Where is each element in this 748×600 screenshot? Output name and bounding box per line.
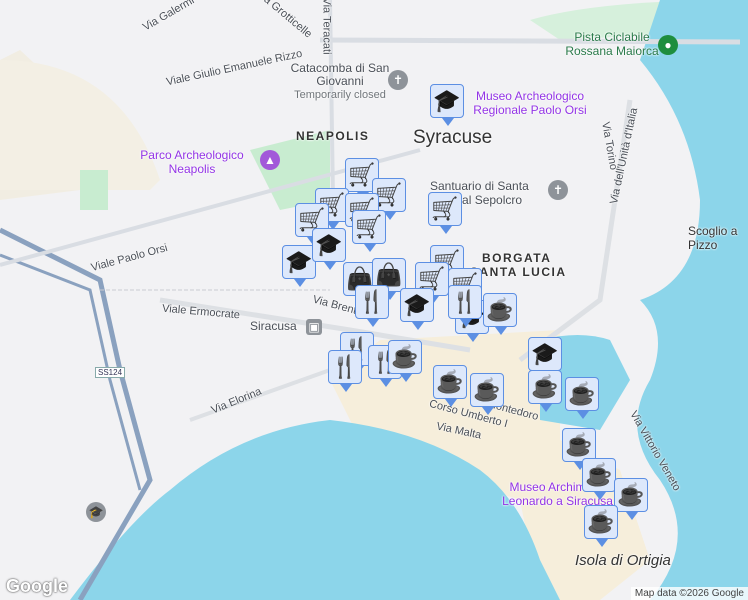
cart-icon: 🛒 [375, 182, 403, 207]
cross-icon[interactable]: ✝ [548, 180, 568, 200]
google-logo: Google [6, 576, 68, 596]
map-marker-fork-knife[interactable]: 🍴 [448, 285, 482, 327]
fork-knife-icon: 🍴 [358, 289, 386, 314]
education-icon: 🎓 [403, 292, 431, 317]
map-marker-education[interactable]: 🎓 [528, 337, 562, 379]
map-marker-coffee[interactable]: ☕ [388, 340, 422, 382]
map-marker-coffee[interactable]: ☕ [528, 370, 562, 412]
map-marker-education[interactable]: 🎓 [400, 288, 434, 330]
map-marker-education[interactable]: 🎓 [312, 228, 346, 270]
fork-knife-icon: 🍴 [451, 289, 479, 314]
map-marker-coffee[interactable]: ☕ [483, 293, 517, 335]
street-label: Via Teracati [320, 0, 333, 55]
map-marker-coffee[interactable]: ☕ [614, 478, 648, 520]
map-marker-education[interactable]: 🎓 [430, 84, 464, 126]
coffee-icon: ☕ [587, 509, 615, 534]
education-icon[interactable]: 🎓 [86, 502, 106, 522]
road-shield: SS124 [95, 367, 126, 378]
map-marker-fork-knife[interactable]: 🍴 [328, 350, 362, 392]
coffee-icon: ☕ [617, 482, 645, 507]
cart-icon: 🛒 [431, 196, 459, 221]
poi-name: Catacomba di San Giovanni [290, 61, 390, 88]
place-pin-icon[interactable]: ● [658, 35, 678, 55]
coffee-icon: ☕ [473, 377, 501, 402]
cart-icon: 🛒 [355, 214, 383, 239]
cross-icon[interactable]: ✝ [388, 70, 408, 90]
district-label: NEAPOLIS [296, 129, 370, 143]
poi-scoglio: Scoglio a Pizzo [688, 224, 738, 252]
coffee-icon: ☕ [585, 462, 613, 487]
coffee-icon: ☕ [486, 297, 514, 322]
coffee-icon: ☕ [436, 369, 464, 394]
poi-museo-orsi[interactable]: Museo Archeologico Regionale Paolo Orsi [465, 89, 595, 117]
coffee-icon: ☕ [565, 432, 593, 457]
coffee-icon: ☕ [391, 344, 419, 369]
station-label[interactable]: Siracusa [250, 319, 297, 333]
map-marker-cart[interactable]: 🛒 [428, 192, 462, 234]
education-icon: 🎓 [433, 88, 461, 113]
map-marker-coffee[interactable]: ☕ [582, 458, 616, 500]
education-icon: 🎓 [285, 249, 313, 274]
education-icon: 🎓 [531, 341, 559, 366]
district-label: BORGATA [482, 251, 552, 265]
map-marker-coffee[interactable]: ☕ [584, 505, 618, 547]
coffee-icon: ☕ [568, 381, 596, 406]
map-marker-education[interactable]: 🎓 [282, 245, 316, 287]
map-attribution[interactable]: Map data ©2026 Google [630, 587, 748, 600]
poi-pista[interactable]: Pista Ciclabile Rossana Maiorca [562, 30, 662, 58]
poi-catacomba[interactable]: Catacomba di San Giovanni Temporarily clo… [290, 62, 390, 102]
coffee-icon: ☕ [531, 374, 559, 399]
train-icon[interactable]: ▣ [306, 319, 322, 335]
monument-icon[interactable]: ▲ [260, 150, 280, 170]
city-label: Syracuse [413, 127, 493, 148]
map-marker-coffee[interactable]: ☕ [562, 428, 596, 470]
area-label: Isola di Ortigia [575, 552, 671, 569]
poi-parco[interactable]: Parco Archeologico Neapolis [132, 148, 252, 176]
map-marker-coffee[interactable]: ☕ [470, 373, 504, 415]
education-icon: 🎓 [315, 232, 343, 257]
district-label: SANTA LUCIA [470, 265, 567, 279]
map-marker-coffee[interactable]: ☕ [565, 377, 599, 419]
fork-knife-icon: 🍴 [331, 354, 359, 379]
map-marker-cart[interactable]: 🛒 [352, 210, 386, 252]
map-marker-coffee[interactable]: ☕ [433, 365, 467, 407]
poi-status: Temporarily closed [294, 89, 386, 101]
map-marker-fork-knife[interactable]: 🍴 [355, 285, 389, 327]
map-canvas[interactable]: Via Galermi Via Grotticelle Via Teracati… [0, 0, 748, 600]
